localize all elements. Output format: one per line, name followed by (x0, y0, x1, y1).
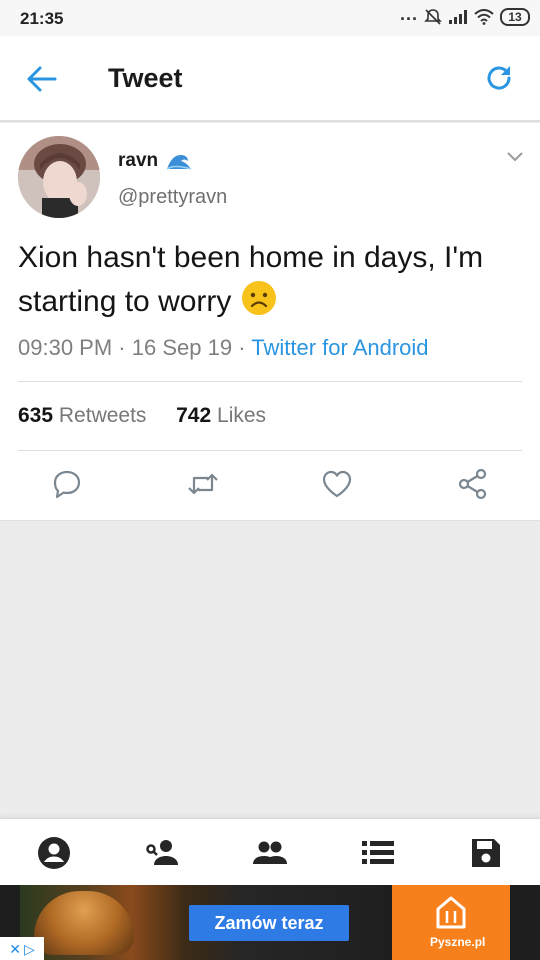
ad-cta-button[interactable]: Zamów teraz (189, 905, 349, 941)
app-header: Tweet (0, 36, 540, 122)
author-name-row[interactable]: ravn (118, 150, 192, 172)
ad-choices[interactable]: ✕ ▷ (0, 937, 44, 960)
like-icon[interactable] (320, 467, 354, 501)
tweet-actions (0, 467, 540, 503)
people-icon[interactable] (252, 835, 288, 871)
notification-dots: ... (399, 3, 418, 24)
likes-label: Likes (217, 404, 267, 427)
tweet-source-link[interactable]: Twitter for Android (251, 335, 428, 360)
bottom-nav (0, 818, 540, 885)
tweet-meta: 09:30 PM · 16 Sep 19 · Twitter for Andro… (18, 335, 429, 361)
divider (18, 450, 522, 451)
tweet-date: 16 Sep 19 (131, 335, 233, 360)
adchoices-icon[interactable]: ▷ (24, 942, 35, 956)
list-icon[interactable] (360, 835, 396, 871)
retweets-label: Retweets (58, 404, 147, 427)
wifi-icon (474, 9, 494, 25)
tweet-stats: 635 Retweets 742 Likes (18, 404, 266, 428)
meta-separator: · (238, 335, 252, 360)
page-title: Tweet (108, 63, 183, 93)
battery-indicator: 13 (500, 8, 530, 26)
refresh-icon[interactable] (484, 63, 514, 93)
meta-separator: · (118, 335, 132, 360)
avatar[interactable] (18, 136, 100, 218)
likes-count: 742 (176, 404, 212, 427)
status-time: 21:35 (20, 9, 64, 28)
divider (18, 381, 522, 382)
avatar-photo (18, 136, 100, 218)
back-arrow-icon[interactable] (26, 64, 58, 94)
save-icon[interactable] (468, 835, 504, 871)
ad-brand-name: Pyszne.pl (430, 935, 486, 949)
close-ad-icon[interactable]: ✕ (9, 942, 21, 956)
retweet-icon[interactable] (186, 467, 220, 501)
ad-brand-panel[interactable]: Pyszne.pl (392, 885, 510, 960)
retweets-stat[interactable]: 635 Retweets (18, 404, 146, 427)
author-handle[interactable]: @prettyravn (118, 186, 227, 209)
ad-banner[interactable]: Zamów teraz Pyszne.pl ✕ ▷ (0, 885, 540, 960)
pyszne-logo-icon (436, 896, 466, 929)
tweet-card: ravn @prettyravn Xion hasn't been home i… (0, 123, 540, 521)
tweet-time: 09:30 PM (18, 335, 113, 360)
status-bar: 21:35 ... 13 (0, 0, 540, 36)
muted-bell-icon (424, 9, 442, 25)
water-wave-icon (166, 154, 192, 170)
status-icons: ... 13 (400, 4, 530, 26)
account-icon[interactable] (36, 835, 72, 871)
tweet-text: Xion hasn't been home in days, I'm start… (18, 236, 528, 323)
chevron-down-icon[interactable] (506, 151, 524, 163)
signal-icon (449, 10, 467, 24)
author-name[interactable]: ravn (118, 150, 158, 172)
share-icon[interactable] (456, 467, 490, 501)
frowning-face-icon (241, 281, 276, 315)
retweets-count: 635 (18, 404, 54, 427)
likes-stat[interactable]: 742 Likes (176, 404, 266, 427)
add-person-icon[interactable] (144, 835, 180, 871)
reply-icon[interactable] (50, 467, 84, 501)
